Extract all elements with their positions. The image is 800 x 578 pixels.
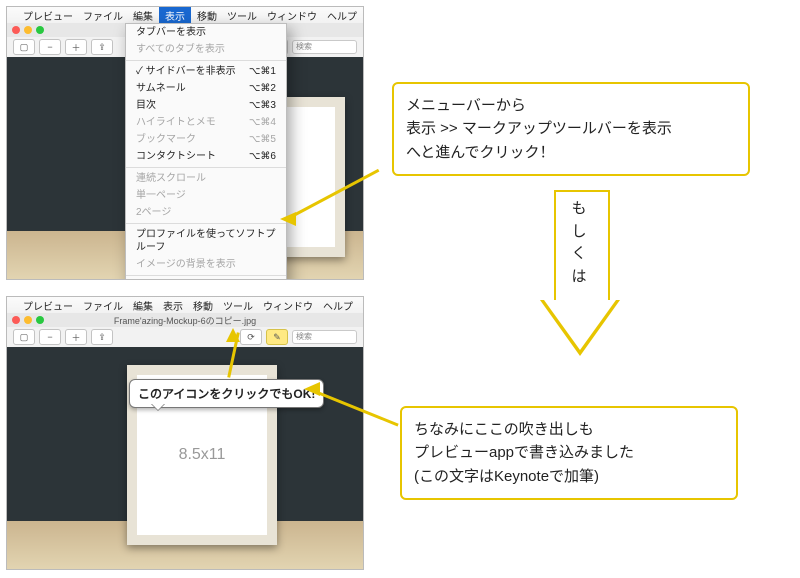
arrow-to-icon	[232, 332, 272, 392]
menu-file[interactable]: ファイル	[83, 8, 123, 23]
menu-edit[interactable]: 編集	[133, 298, 153, 313]
menu-item[interactable]: サムネール⌥⌘2	[126, 80, 286, 97]
zoom-icon[interactable]	[36, 26, 44, 34]
close-icon[interactable]	[12, 26, 20, 34]
close-icon[interactable]	[12, 316, 20, 324]
menu-edit[interactable]: 編集	[133, 8, 153, 23]
menu-go[interactable]: 移動	[193, 298, 213, 313]
menu-go[interactable]: 移動	[197, 8, 217, 23]
menu-item: ブックマーク⌥⌘5	[126, 131, 286, 148]
menu-file[interactable]: ファイル	[83, 298, 123, 313]
menu-item[interactable]: ✓ サイドバーを非表示⌥⌘1	[126, 63, 286, 80]
traffic-lights[interactable]	[12, 26, 44, 34]
callout-line: ちなみにここの吹き出しも	[414, 418, 724, 441]
share-button[interactable]: ⇪	[91, 329, 113, 345]
toolbar: ▢ − ＋ ⇪ ⟳ ✎ 検索	[7, 327, 363, 348]
zoom-in-button[interactable]: ＋	[65, 39, 87, 55]
speech-bubble: このアイコンをクリックでもOK!	[129, 379, 324, 408]
arrow-to-speech	[310, 380, 410, 440]
document-title: Frame'azing-Mockup-6のコピー.jpg	[114, 314, 256, 327]
menu-help[interactable]: ヘルプ	[323, 298, 353, 313]
minimize-icon[interactable]	[24, 26, 32, 34]
view-menu-dropdown: タブバーを表示すべてのタブを表示 ✓ サイドバーを非表示⌥⌘1サムネール⌥⌘2目次…	[125, 23, 287, 280]
menu-item: ハイライトとメモ⌥⌘4	[126, 114, 286, 131]
or-text: もしくは	[570, 198, 588, 288]
menu-window[interactable]: ウィンドウ	[263, 298, 313, 313]
callout-line: 表示 >> マークアップツールバーを表示	[406, 117, 736, 140]
menu-view[interactable]: 表示	[159, 7, 191, 24]
search-input[interactable]: 検索	[292, 330, 357, 344]
window-titlebar: Frame'azing-Mockup-6のコピー.jpg	[7, 313, 363, 327]
zoom-out-button[interactable]: −	[39, 39, 61, 55]
menubar: プレビュー ファイル 編集 表示 移動 ツール ウィンドウ ヘルプ	[7, 297, 363, 313]
menu-item[interactable]: タブバーを表示	[126, 24, 286, 41]
zoom-out-button[interactable]: −	[39, 329, 61, 345]
arrow-to-menu	[286, 160, 396, 230]
callout-line: へと進んでクリック！	[406, 141, 736, 164]
share-button[interactable]: ⇪	[91, 39, 113, 55]
callout-line: メニューバーから	[406, 94, 736, 117]
minimize-icon[interactable]	[24, 316, 32, 324]
callout-line: (この文字はKeynoteで加筆)	[414, 465, 724, 488]
menu-item[interactable]: 目次⌥⌘3	[126, 97, 286, 114]
callout-line: プレビューappで書き込みました	[414, 441, 724, 464]
sidebar-button[interactable]: ▢	[13, 329, 35, 345]
menu-tools[interactable]: ツール	[223, 298, 253, 313]
sidebar-button[interactable]: ▢	[13, 39, 35, 55]
callout-top: メニューバーから 表示 >> マークアップツールバーを表示 へと進んでクリック！	[392, 82, 750, 176]
or-arrow: もしくは	[540, 190, 620, 360]
menu-preview[interactable]: プレビュー	[23, 298, 73, 313]
menu-item: 連続スクロール	[126, 170, 286, 187]
traffic-lights[interactable]	[12, 316, 44, 324]
menu-item[interactable]: ✓ 実際のサイズ⌘0	[126, 278, 286, 280]
menubar: プレビュー ファイル 編集 表示 移動 ツール ウィンドウ ヘルプ	[7, 7, 363, 23]
menu-item: 2ページ	[126, 204, 286, 221]
menu-window[interactable]: ウィンドウ	[267, 8, 317, 23]
zoom-in-button[interactable]: ＋	[65, 329, 87, 345]
callout-bottom: ちなみにここの吹き出しも プレビューappで書き込みました (この文字はKeyn…	[400, 406, 738, 500]
menu-item: 単一ページ	[126, 187, 286, 204]
menu-preview[interactable]: プレビュー	[23, 8, 73, 23]
zoom-icon[interactable]	[36, 316, 44, 324]
menu-help[interactable]: ヘルプ	[327, 8, 357, 23]
menu-item[interactable]: コンタクトシート⌥⌘6	[126, 148, 286, 165]
menu-tools[interactable]: ツール	[227, 8, 257, 23]
menu-item: イメージの背景を表示	[126, 256, 286, 273]
page-size-text: 8.5x11	[179, 446, 226, 464]
search-input[interactable]: 検索	[292, 40, 357, 54]
menu-view[interactable]: 表示	[163, 298, 183, 313]
screenshot-top: プレビュー ファイル 編集 表示 移動 ツール ウィンドウ ヘルプ ▢ − ＋ …	[6, 6, 364, 280]
menu-item[interactable]: プロファイルを使ってソフトプルーフ	[126, 226, 286, 256]
menu-item: すべてのタブを表示	[126, 41, 286, 58]
